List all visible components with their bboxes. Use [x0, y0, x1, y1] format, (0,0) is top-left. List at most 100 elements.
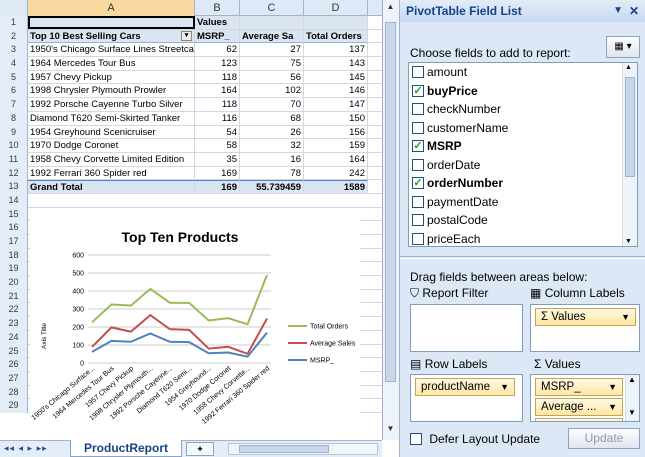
field-item[interactable]: ✓ MSRP [409, 137, 637, 156]
field-checkbox[interactable]: ✓ [412, 140, 424, 152]
horizontal-scrollbar[interactable] [228, 443, 378, 455]
cell-average[interactable]: 102 [240, 84, 304, 98]
cell-orders[interactable]: 164 [304, 152, 368, 166]
table-row[interactable]: 9 1954 Greyhound Scenicruiser 54 26 156 [0, 125, 382, 140]
line-chart[interactable]: Top Ten Products Axis Title 0 100 200 300 40… [30, 218, 360, 426]
field-checkbox[interactable] [412, 195, 424, 208]
field-checkbox[interactable] [412, 66, 424, 78]
field-checkbox[interactable] [412, 214, 424, 226]
cell-msrp[interactable]: 116 [195, 111, 240, 125]
close-icon[interactable]: ✕ [629, 0, 639, 22]
cell-product[interactable]: 1954 Greyhound Scenicruiser [28, 125, 195, 139]
pivot-header-orders[interactable]: Total Orders [304, 29, 368, 43]
msrp-chip[interactable]: MSRP_ ▼ [535, 378, 623, 396]
filter-dropdown-icon[interactable]: ▾ [181, 30, 192, 41]
column-labels-area[interactable]: Σ Values ▼ [530, 304, 640, 352]
field-item[interactable]: postalCode [409, 211, 637, 230]
column-header-a[interactable]: A [28, 0, 195, 16]
grand-total-average[interactable]: 55.739459 [240, 180, 304, 194]
cell-msrp[interactable]: 62 [195, 43, 240, 57]
field-list-scrollbar[interactable]: ▲ ▼ [622, 63, 637, 246]
cell-product[interactable]: 1998 Chrysler Plymouth Prowler [28, 84, 195, 98]
grand-total-label[interactable]: Grand Total [28, 180, 195, 194]
table-row[interactable]: 8 Diamond T620 Semi-Skirted Tanker 116 68 15… [0, 111, 382, 126]
scroll-up-icon[interactable]: ▲ [628, 375, 636, 384]
report-filter-area[interactable] [410, 304, 523, 352]
cell-average[interactable]: 26 [240, 125, 304, 139]
cell-msrp[interactable]: 169 [195, 166, 240, 180]
layout-options-button[interactable]: ▦ ▾ [606, 36, 640, 58]
field-list[interactable]: amount ✓ buyPrice checkNumber customerName ✓ M… [408, 62, 638, 247]
scroll-thumb[interactable] [385, 22, 396, 382]
cell-product[interactable]: 1958 Chevy Corvette Limited Edition [28, 152, 195, 166]
table-row[interactable]: 4 1964 Mercedes Tour Bus 123 75 143 [0, 57, 382, 71]
cell-msrp[interactable]: 35 [195, 152, 240, 166]
table-row[interactable]: 6 1998 Chrysler Plymouth Prowler 164 102 146 [0, 84, 382, 99]
average-chip[interactable]: Average ... ▼ [535, 398, 623, 416]
cell-product[interactable]: 1957 Chevy Pickup [28, 70, 195, 84]
grand-total-row[interactable]: 13 Grand Total 169 55.739459 1589 [0, 180, 382, 194]
cell-msrp[interactable]: 54 [195, 125, 240, 139]
row-labels-area[interactable]: productName ▼ [410, 374, 523, 422]
cell-msrp[interactable]: 118 [195, 70, 240, 84]
field-checkbox[interactable] [412, 103, 424, 115]
product-name-chip[interactable]: productName ▼ [415, 378, 515, 396]
cell[interactable] [240, 16, 304, 29]
tab-product-report[interactable]: ProductReport [70, 440, 182, 457]
scroll-down-icon[interactable]: ▼ [385, 424, 396, 435]
table-row[interactable]: 11 1958 Chevy Corvette Limited Edition 35 1… [0, 152, 382, 167]
values-scrollbar[interactable]: ▲ ▼ [625, 375, 639, 421]
defer-layout-row[interactable]: Defer Layout Update [410, 432, 540, 446]
column-header-b[interactable]: B [195, 0, 240, 16]
scroll-down-icon[interactable]: ▼ [625, 238, 632, 245]
table-row[interactable]: 3 1950's Chicago Surface Lines Streetca 62… [0, 43, 382, 58]
table-row[interactable]: 2 Top 10 Best Selling Cars ▾ MSRP_ Averag… [0, 29, 382, 44]
table-row[interactable]: 12 1992 Ferrari 360 Spider red 169 78 242 [0, 166, 382, 181]
field-checkbox[interactable]: ✓ [412, 84, 424, 97]
cell-product[interactable]: 1992 Porsche Cayenne Turbo Silver [28, 98, 195, 112]
column-header-d[interactable]: D [304, 0, 368, 16]
cell-average[interactable]: 56 [240, 70, 304, 84]
field-checkbox[interactable] [412, 121, 424, 134]
values-chip[interactable]: Σ Values ▼ [535, 308, 636, 326]
cell-product[interactable]: Diamond T620 Semi-Skirted Tanker [28, 111, 195, 125]
cell-msrp[interactable]: 58 [195, 139, 240, 153]
field-checkbox[interactable] [412, 232, 424, 245]
grand-total-msrp[interactable]: 169 [195, 180, 240, 194]
spreadsheet[interactable]: A B C D 1 Values 2 Top 10 Best Selling C… [0, 0, 382, 457]
field-item[interactable]: paymentDate [409, 193, 637, 212]
pivot-header-product[interactable]: Top 10 Best Selling Cars ▾ [28, 29, 195, 43]
cell-average[interactable]: 32 [240, 139, 304, 153]
scroll-down-icon[interactable]: ▼ [628, 408, 636, 417]
cell-a1[interactable] [28, 16, 195, 29]
cell-orders[interactable]: 146 [304, 84, 368, 98]
splitter[interactable] [400, 256, 645, 259]
scroll-up-icon[interactable]: ▲ [385, 2, 396, 13]
pivot-header-average[interactable]: Average Sa [240, 29, 304, 43]
table-row[interactable]: 1 Values [0, 16, 382, 30]
cell[interactable] [304, 16, 368, 29]
insert-sheet-icon[interactable]: ✦ [186, 442, 214, 456]
cell-orders[interactable]: 150 [304, 111, 368, 125]
cell-orders[interactable]: 159 [304, 139, 368, 153]
field-item[interactable]: amount [409, 63, 637, 82]
scroll-up-icon[interactable]: ▲ [625, 64, 632, 71]
table-row[interactable]: 10 1970 Dodge Coronet 58 32 159 [0, 139, 382, 153]
cell-msrp[interactable]: 123 [195, 57, 240, 71]
cell-orders[interactable]: 137 [304, 43, 368, 57]
field-checkbox[interactable] [412, 158, 424, 171]
cell-msrp[interactable]: 118 [195, 98, 240, 112]
values-label[interactable]: Values [195, 16, 240, 29]
cell-orders[interactable]: 242 [304, 166, 368, 180]
cell-average[interactable]: 27 [240, 43, 304, 57]
defer-checkbox[interactable] [410, 433, 422, 445]
cell-average[interactable]: 75 [240, 57, 304, 71]
field-item[interactable]: customerName [409, 119, 637, 138]
column-header-c[interactable]: C [240, 0, 304, 16]
cell-orders[interactable]: 156 [304, 125, 368, 139]
cell-msrp[interactable]: 164 [195, 84, 240, 98]
values-area[interactable]: MSRP_ ▼ Average ... ▼ ▲ ▼ [530, 374, 640, 422]
field-item[interactable]: checkNumber [409, 100, 637, 119]
update-button[interactable]: Update [568, 428, 640, 449]
table-row[interactable]: 5 1957 Chevy Pickup 118 56 145 [0, 70, 382, 85]
